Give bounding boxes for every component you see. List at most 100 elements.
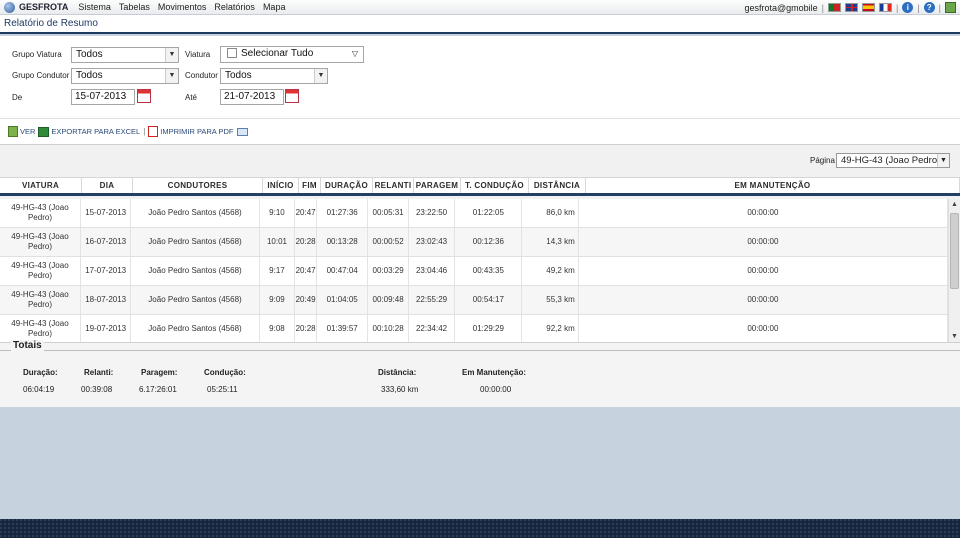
triangle-down-icon[interactable]: ▽	[352, 47, 358, 61]
menu-right-group: gesfrota@gmobile | | i | ? |	[744, 0, 956, 15]
cell-relanti: 00:09:48	[368, 286, 409, 314]
calendar-icon[interactable]	[137, 89, 151, 103]
viatura-select[interactable]: Selecionar Tudo ▽	[220, 46, 364, 63]
scroll-up-icon[interactable]: ▲	[949, 199, 960, 210]
cell-em-manutencao: 00:00:00	[579, 199, 948, 227]
globe-logo-icon	[4, 1, 15, 13]
print-pdf-label: IMPRIMIR PARA PDF	[160, 127, 234, 136]
page-select[interactable]: 49-HG-43 (Joao Pedro) ▼	[836, 153, 950, 168]
help-icon[interactable]: ?	[923, 2, 935, 13]
viatura-value: Selecionar Tudo	[241, 48, 314, 59]
condutor-value: Todos	[225, 70, 252, 81]
table-row[interactable]: 49-HG-43 (Joao Pedro) 15-07-2013 João Pedr…	[0, 199, 948, 228]
cell-dia: 16-07-2013	[81, 228, 132, 256]
total-relanti-value: 00:39:08	[81, 385, 113, 394]
cell-em-manutencao: 00:00:00	[579, 286, 948, 314]
cell-relanti: 00:03:29	[368, 257, 409, 285]
checkbox-icon[interactable]	[227, 48, 237, 59]
cell-paragem: 23:22:50	[409, 199, 456, 227]
column-header-condutores[interactable]: CONDUTORES	[133, 178, 263, 193]
report-table-area: Página 49-HG-43 (Joao Pedro) ▼ VIATURA DI…	[0, 145, 960, 342]
table-row[interactable]: 49-HG-43 (Joao Pedro) 16-07-2013 João Pedr…	[0, 228, 948, 257]
grupo-condutor-select[interactable]: Todos ▼	[71, 68, 179, 84]
total-paragem-label: Paragem:	[141, 368, 178, 377]
top-menu-bar: GESFROTA Sistema Tabelas Movimentos Rela…	[0, 0, 960, 15]
column-header-viatura[interactable]: VIATURA	[0, 178, 82, 193]
column-header-t-conducao[interactable]: T. CONDUÇÃO	[461, 178, 529, 193]
cell-duracao: 01:04:05	[317, 286, 369, 314]
menu-item-movimentos[interactable]: Movimentos	[158, 2, 207, 12]
totals-panel: Totais Duração: 06:04:19 Relanti: 00:39:…	[0, 340, 960, 407]
column-header-paragem[interactable]: PARAGEM	[414, 178, 461, 193]
view-report-icon	[8, 126, 18, 137]
total-conducao-value: 05:25:11	[207, 385, 238, 394]
cell-paragem: 22:34:42	[409, 315, 456, 342]
logout-icon[interactable]	[945, 2, 956, 13]
table-row[interactable]: 49-HG-43 (Joao Pedro) 17-07-2013 João Pedr…	[0, 257, 948, 286]
menu-item-tabelas[interactable]: Tabelas	[119, 2, 150, 12]
info-icon[interactable]: i	[902, 2, 914, 13]
table-row[interactable]: 49-HG-43 (Joao Pedro) 18-07-2013 João Pedr…	[0, 286, 948, 315]
column-header-dia[interactable]: DIA	[82, 178, 133, 193]
france-flag-icon[interactable]	[878, 3, 892, 12]
total-duracao-value: 06:04:19	[23, 385, 55, 394]
chevron-down-icon[interactable]: ▼	[314, 69, 327, 83]
totals-divider	[0, 350, 960, 351]
total-manutencao-value: 00:00:00	[480, 385, 512, 394]
portugal-flag-icon[interactable]	[827, 3, 841, 12]
table-scrollbar[interactable]: ▲ ▼	[948, 199, 960, 342]
page-label: Página	[810, 156, 835, 165]
cell-duracao: 00:47:04	[317, 257, 369, 285]
chevron-down-icon[interactable]: ▼	[165, 69, 178, 83]
cell-fim: 20:49	[295, 286, 317, 314]
ate-label: Até	[185, 93, 198, 102]
cell-condutores: João Pedro Santos (4568)	[131, 286, 260, 314]
brand-name: GESFROTA	[19, 2, 69, 12]
date-to-input[interactable]: 21-07-2013	[220, 89, 284, 105]
menu-item-mapa[interactable]: Mapa	[263, 2, 286, 12]
pdf-icon	[148, 126, 159, 137]
total-paragem-value: 6.17:26:01	[139, 385, 177, 394]
calendar-icon[interactable]	[285, 89, 299, 103]
cell-dia: 17-07-2013	[81, 257, 132, 285]
cell-paragem: 22:55:29	[409, 286, 456, 314]
email-icon[interactable]	[237, 127, 249, 136]
cell-inicio: 9:09	[260, 286, 296, 314]
scroll-down-icon[interactable]: ▼	[949, 331, 960, 342]
cell-inicio: 9:17	[260, 257, 296, 285]
column-header-fim[interactable]: FIM	[299, 178, 321, 193]
uk-flag-icon[interactable]	[844, 3, 858, 12]
column-header-inicio[interactable]: INÍCIO	[263, 178, 299, 193]
export-excel-button[interactable]: EXPORTAR PARA EXCEL	[38, 126, 140, 137]
scroll-thumb[interactable]	[950, 213, 959, 289]
ver-button[interactable]: VER	[8, 126, 35, 137]
date-from-input[interactable]: 15-07-2013	[71, 89, 135, 105]
cell-condutores: João Pedro Santos (4568)	[131, 199, 260, 227]
condutor-select[interactable]: Todos ▼	[220, 68, 328, 84]
filters-panel: Grupo Viatura Todos ▼ Viatura Selecionar…	[0, 36, 960, 118]
column-header-distancia[interactable]: DISTÂNCIA	[529, 178, 586, 193]
cell-fim: 20:47	[295, 257, 317, 285]
chevron-down-icon[interactable]: ▼	[165, 48, 178, 62]
menu-separator: |	[917, 2, 920, 13]
column-header-duracao[interactable]: DURAÇÃO	[321, 178, 373, 193]
total-duracao-label: Duração:	[23, 368, 58, 377]
cell-dia: 15-07-2013	[81, 199, 132, 227]
grupo-viatura-select[interactable]: Todos ▼	[71, 47, 179, 63]
page-select-value: 49-HG-43 (Joao Pedro)	[841, 155, 941, 166]
menu-item-sistema[interactable]: Sistema	[78, 2, 111, 12]
cell-duracao: 01:39:57	[317, 315, 369, 342]
total-relanti-label: Relanti:	[84, 368, 114, 377]
print-pdf-button[interactable]: IMPRIMIR PARA PDF	[148, 126, 249, 137]
column-header-em-manutencao[interactable]: EM MANUTENÇÃO	[586, 178, 960, 193]
cell-condutores: João Pedro Santos (4568)	[131, 315, 260, 342]
grupo-viatura-value: Todos	[76, 49, 103, 60]
de-label: De	[12, 93, 23, 102]
table-row[interactable]: 49-HG-43 (Joao Pedro) 19-07-2013 João Pedr…	[0, 315, 948, 342]
spain-flag-icon[interactable]	[861, 3, 875, 12]
chevron-down-icon[interactable]: ▼	[937, 154, 949, 167]
menu-item-relatorios[interactable]: Relatórios	[214, 2, 255, 12]
column-header-relanti[interactable]: RELANTI	[373, 178, 414, 193]
cell-inicio: 9:10	[260, 199, 296, 227]
cell-dia: 19-07-2013	[81, 315, 132, 342]
